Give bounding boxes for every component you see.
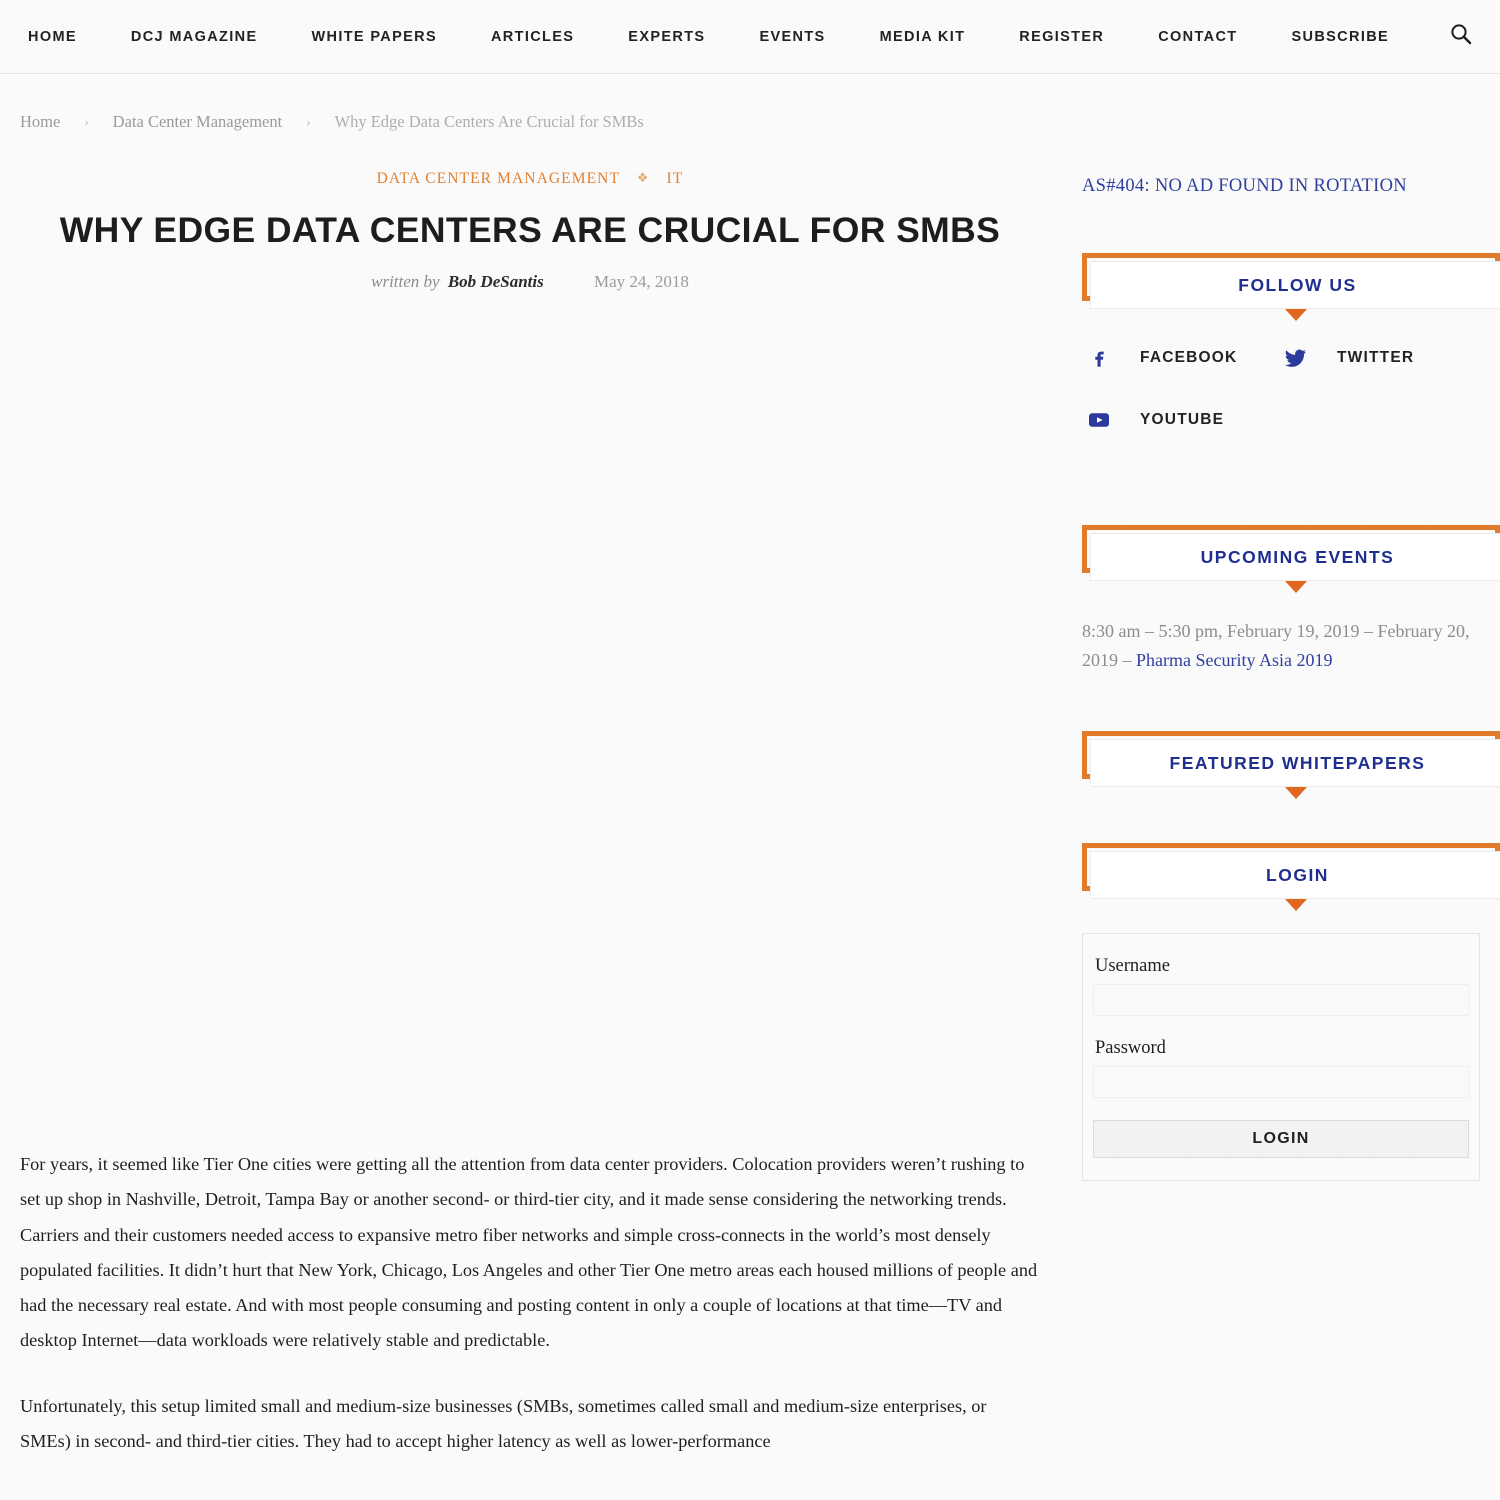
- widget-pointer-icon: [1285, 309, 1307, 321]
- widget-title: UPCOMING EVENTS: [1200, 546, 1395, 567]
- written-by-label: written by: [371, 271, 440, 291]
- category-link-it[interactable]: IT: [667, 170, 684, 187]
- widget-title: FEATURED WHITEPAPERS: [1169, 752, 1426, 773]
- social-link-facebook[interactable]: FACEBOOK: [1086, 345, 1283, 371]
- widget-title: LOGIN: [1266, 864, 1329, 885]
- widget-header-frame: LOGIN: [1082, 843, 1500, 912]
- nav-items: HOME DCJ MAGAZINE WHITE PAPERS ARTICLES …: [28, 23, 1426, 51]
- widget-upcoming-events: UPCOMING EVENTS 8:30 am – 5:30 pm, Febru…: [1082, 525, 1500, 675]
- nav-item-dcj-magazine[interactable]: DCJ MAGAZINE: [131, 23, 258, 51]
- password-label: Password: [1095, 1038, 1166, 1059]
- author-link[interactable]: Bob DeSantis: [448, 272, 544, 291]
- category-separator-icon: ❖: [636, 170, 650, 185]
- widget-pointer-icon: [1285, 787, 1307, 800]
- password-input[interactable]: [1093, 1066, 1469, 1099]
- login-form: Username Password LOGIN: [1082, 933, 1480, 1182]
- nav-item-events[interactable]: EVENTS: [759, 23, 825, 51]
- widget-body: FACEBOOK TWITTER YOUTUBE: [1082, 309, 1480, 469]
- category-link-data-center-management[interactable]: DATA CENTER MANAGEMENT: [377, 170, 620, 187]
- username-label: Username: [1095, 956, 1170, 977]
- nav-item-home[interactable]: HOME: [28, 23, 77, 51]
- widget-header-box: UPCOMING EVENTS: [1090, 533, 1500, 581]
- login-submit-button[interactable]: LOGIN: [1093, 1120, 1469, 1159]
- widget-header-frame: UPCOMING EVENTS: [1082, 525, 1500, 593]
- widget-title: FOLLOW US: [1238, 274, 1357, 295]
- social-label: TWITTER: [1337, 349, 1415, 366]
- widget-follow-us: FOLLOW US FACEBOOK TWITTER YOUTUBE: [1082, 253, 1500, 469]
- facebook-icon: [1086, 345, 1112, 371]
- ad-rotation-notice: AS#404: NO AD FOUND IN ROTATION: [1082, 176, 1407, 196]
- widget-header-frame: FOLLOW US: [1082, 253, 1500, 321]
- social-links-grid: FACEBOOK TWITTER YOUTUBE: [1082, 345, 1480, 469]
- twitter-icon: [1283, 345, 1309, 371]
- breadcrumb-separator: ›: [84, 114, 89, 129]
- widget-featured-whitepapers: FEATURED WHITEPAPERS: [1082, 731, 1500, 800]
- nav-item-media-kit[interactable]: MEDIA KIT: [880, 23, 966, 51]
- sidebar: AS#404: NO AD FOUND IN ROTATION FOLLOW U…: [1040, 162, 1500, 1489]
- article-paragraph: Unfortunately, this setup limited small …: [20, 1395, 987, 1452]
- widget-header-box: LOGIN: [1090, 851, 1500, 900]
- social-label: FACEBOOK: [1140, 349, 1238, 366]
- search-button[interactable]: [1444, 20, 1478, 54]
- nav-item-contact[interactable]: CONTACT: [1158, 23, 1237, 51]
- nav-item-white-papers[interactable]: WHITE PAPERS: [311, 23, 437, 51]
- social-label: YOUTUBE: [1140, 411, 1225, 428]
- article-byline: written by Bob DeSantis May 24, 2018: [20, 272, 1040, 292]
- page-title: WHY EDGE DATA CENTERS ARE CRUCIAL FOR SM…: [59, 210, 1001, 250]
- youtube-icon: [1086, 407, 1112, 433]
- article-paragraph: For years, it seemed like Tier One citie…: [20, 1153, 1038, 1351]
- breadcrumb-home[interactable]: Home: [20, 112, 60, 132]
- widget-pointer-icon: [1285, 899, 1307, 912]
- nav-item-experts[interactable]: EXPERTS: [628, 23, 705, 51]
- widget-header-box: FEATURED WHITEPAPERS: [1090, 739, 1500, 788]
- page-layout: DATA CENTER MANAGEMENT ❖ IT WHY EDGE DAT…: [0, 162, 1500, 1489]
- event-entry: 8:30 am – 5:30 pm, February 19, 2019 – F…: [1082, 581, 1480, 675]
- breadcrumb: Home › Data Center Management › Why Edge…: [0, 74, 1500, 132]
- widget-header-frame: FEATURED WHITEPAPERS: [1082, 731, 1500, 800]
- main-content-column: DATA CENTER MANAGEMENT ❖ IT WHY EDGE DAT…: [20, 162, 1040, 1489]
- social-link-twitter[interactable]: TWITTER: [1283, 345, 1480, 371]
- widget-login: LOGIN Username Password LOGIN: [1082, 843, 1500, 1182]
- nav-item-subscribe[interactable]: SUBSCRIBE: [1291, 23, 1389, 51]
- social-link-youtube[interactable]: YOUTUBE: [1086, 407, 1283, 433]
- breadcrumb-section[interactable]: Data Center Management: [113, 112, 283, 132]
- username-input[interactable]: [1093, 984, 1469, 1017]
- breadcrumb-current: Why Edge Data Centers Are Crucial for SM…: [334, 112, 644, 131]
- breadcrumb-separator: ›: [306, 114, 311, 129]
- nav-item-register[interactable]: REGISTER: [1019, 23, 1104, 51]
- widget-pointer-icon: [1285, 581, 1307, 593]
- event-link[interactable]: Pharma Security Asia 2019: [1136, 650, 1332, 670]
- widget-header-box: FOLLOW US: [1090, 261, 1500, 309]
- publish-date: May 24, 2018: [593, 271, 689, 291]
- article-category-line: DATA CENTER MANAGEMENT ❖ IT: [20, 170, 1040, 188]
- search-icon: [1450, 23, 1472, 50]
- nav-item-articles[interactable]: ARTICLES: [491, 23, 574, 51]
- top-navigation-bar: HOME DCJ MAGAZINE WHITE PAPERS ARTICLES …: [0, 0, 1500, 74]
- article-featured-image-area: [20, 292, 1040, 1147]
